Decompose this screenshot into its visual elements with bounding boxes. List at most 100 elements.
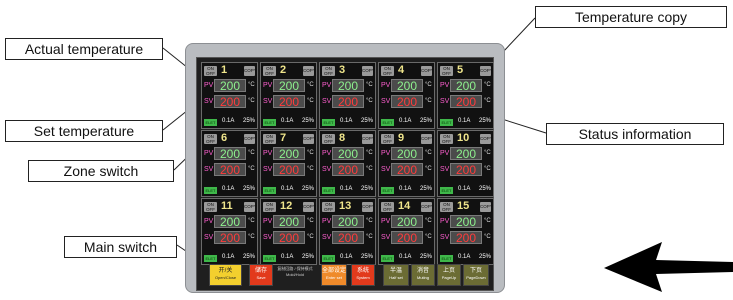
- set-temperature-value[interactable]: 200: [273, 163, 305, 176]
- zone-tile: ON OFF 6 COPY PV 200 °C SV 200 °C ELET 0.1A 25%: [201, 130, 258, 197]
- status-current: 0.1A: [340, 186, 353, 192]
- zone-switch-off-label: OFF: [442, 139, 451, 144]
- half-set-button[interactable]: 半温 Half set: [383, 264, 409, 286]
- copy-button[interactable]: COPY: [362, 202, 375, 212]
- enter-set-button[interactable]: 全部设定 Enter set: [321, 264, 347, 286]
- set-temperature-value[interactable]: 200: [214, 231, 246, 244]
- zone-number: 9: [398, 132, 405, 144]
- status-indicator: ELET: [381, 187, 394, 194]
- sv-label: SV: [381, 166, 391, 173]
- set-temperature-value[interactable]: 200: [391, 163, 423, 176]
- copy-button[interactable]: COPY: [303, 66, 316, 76]
- copy-button[interactable]: COPY: [421, 134, 434, 144]
- zone-switch-off-label: OFF: [442, 71, 451, 76]
- zone-switch-button[interactable]: ON OFF: [263, 134, 276, 144]
- copy-button[interactable]: COPY: [362, 66, 375, 76]
- status-current: 0.1A: [458, 118, 471, 124]
- sv-label: SV: [204, 234, 214, 241]
- sv-unit: °C: [248, 98, 255, 104]
- set-temperature-value[interactable]: 200: [214, 95, 246, 108]
- zone-switch-button[interactable]: ON OFF: [204, 66, 217, 76]
- zone-switch-button[interactable]: ON OFF: [263, 66, 276, 76]
- save-button[interactable]: 储存 Save: [249, 264, 273, 286]
- actual-temperature-value: 200: [273, 215, 305, 228]
- sv-label: SV: [440, 98, 450, 105]
- zone-switch-button[interactable]: ON OFF: [381, 66, 394, 76]
- sv-label: SV: [263, 98, 273, 105]
- zone-switch-button[interactable]: ON OFF: [204, 202, 217, 212]
- half-set-sublabel: Half set: [389, 275, 403, 280]
- save-label: 储存: [254, 268, 267, 274]
- page-up-button[interactable]: 上页 PageUp: [437, 264, 461, 286]
- zone-switch-button[interactable]: ON OFF: [381, 134, 394, 144]
- set-temperature-value[interactable]: 200: [332, 231, 364, 244]
- status-current: 0.1A: [458, 186, 471, 192]
- copy-button[interactable]: COPY: [244, 66, 257, 76]
- pv-label: PV: [322, 82, 332, 89]
- set-temperature-value[interactable]: 200: [450, 95, 482, 108]
- zone-switch-button[interactable]: ON OFF: [381, 202, 394, 212]
- zone-switch-button[interactable]: ON OFF: [322, 66, 335, 76]
- set-temperature-value[interactable]: 200: [332, 95, 364, 108]
- system-button[interactable]: 系统 System: [351, 264, 375, 286]
- mold-hold-button[interactable]: 复制回路 / 保持模式 Mold/Hold: [277, 264, 313, 286]
- pv-unit: °C: [248, 82, 255, 88]
- status-information: ELET 0.1A 25%: [321, 254, 374, 263]
- set-temperature-value[interactable]: 200: [450, 163, 482, 176]
- status-percent: 25%: [478, 254, 491, 260]
- muting-label: 消音: [416, 268, 429, 274]
- zone-switch-button[interactable]: ON OFF: [440, 134, 453, 144]
- copy-button[interactable]: COPY: [244, 202, 257, 212]
- status-current: 0.1A: [281, 118, 294, 124]
- copy-button[interactable]: COPY: [421, 66, 434, 76]
- zone-switch-off-label: OFF: [383, 207, 392, 212]
- pv-label: PV: [322, 150, 332, 157]
- zone-switch-button[interactable]: ON OFF: [440, 202, 453, 212]
- zone-switch-button[interactable]: ON OFF: [440, 66, 453, 76]
- actual-temperature-value: 200: [391, 79, 423, 92]
- callout-main-switch: Main switch: [64, 236, 177, 258]
- status-indicator: ELET: [204, 119, 217, 126]
- zone-switch-button[interactable]: ON OFF: [263, 202, 276, 212]
- copy-button[interactable]: COPY: [480, 66, 493, 76]
- set-temperature-value[interactable]: 200: [273, 231, 305, 244]
- zone-switch-off-label: OFF: [206, 207, 215, 212]
- sv-label: SV: [322, 166, 332, 173]
- actual-temperature-value: 200: [391, 147, 423, 160]
- status-indicator: ELET: [381, 119, 394, 126]
- sv-label: SV: [322, 234, 332, 241]
- zone-switch-button[interactable]: ON OFF: [322, 134, 335, 144]
- status-percent: 25%: [360, 118, 373, 124]
- status-percent: 25%: [478, 186, 491, 192]
- pv-label: PV: [440, 218, 450, 225]
- zone-tile: ON OFF 3 COPY PV 200 °C SV 200 °C ELET 0.1A 25%: [319, 62, 376, 129]
- copy-button[interactable]: COPY: [480, 134, 493, 144]
- pv-unit: °C: [425, 82, 432, 88]
- copy-button[interactable]: COPY: [362, 134, 375, 144]
- set-temperature-value[interactable]: 200: [214, 163, 246, 176]
- zone-switch-button[interactable]: ON OFF: [204, 134, 217, 144]
- muting-button[interactable]: 消音 Muting: [411, 264, 435, 286]
- set-temperature-value[interactable]: 200: [332, 163, 364, 176]
- copy-button[interactable]: COPY: [421, 202, 434, 212]
- copy-button[interactable]: COPY: [303, 202, 316, 212]
- set-temperature-value[interactable]: 200: [391, 231, 423, 244]
- main-switch-button[interactable]: 开/关 Open/Close: [209, 264, 242, 286]
- copy-button[interactable]: COPY: [480, 202, 493, 212]
- status-indicator: ELET: [263, 187, 276, 194]
- sv-label: SV: [381, 98, 391, 105]
- zone-number: 8: [339, 132, 346, 144]
- set-temperature-value[interactable]: 200: [391, 95, 423, 108]
- controller-screen: ON OFF 1 COPY PV 200 °C SV 200 °C ELET 0.1A 25% ON OFF…: [196, 57, 494, 291]
- set-temperature-value[interactable]: 200: [450, 231, 482, 244]
- page-down-button[interactable]: 下页 PageDown: [463, 264, 489, 286]
- copy-button[interactable]: COPY: [244, 134, 257, 144]
- zone-tile: ON OFF 13 COPY PV 200 °C SV 200 °C ELET 0.1A 25%: [319, 198, 376, 265]
- status-current: 0.1A: [340, 118, 353, 124]
- copy-button[interactable]: COPY: [303, 134, 316, 144]
- zone-switch-button[interactable]: ON OFF: [322, 202, 335, 212]
- status-indicator: ELET: [263, 119, 276, 126]
- pv-unit: °C: [484, 218, 491, 224]
- set-temperature-value[interactable]: 200: [273, 95, 305, 108]
- zone-number: 6: [221, 132, 228, 144]
